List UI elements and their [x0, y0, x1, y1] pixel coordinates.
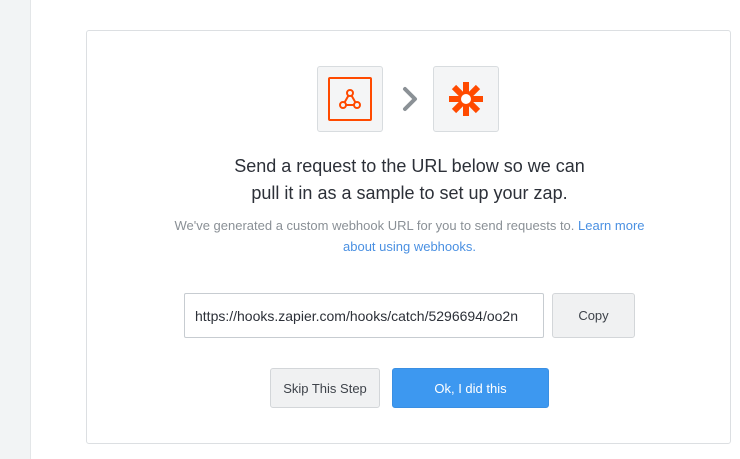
page-title: Send a request to the URL below so we ca…	[147, 153, 672, 207]
skip-step-button[interactable]: Skip This Step	[270, 368, 380, 408]
instruction-text: We've generated a custom webhook URL for…	[167, 215, 652, 257]
left-sidebar	[0, 0, 31, 459]
instruction-body: We've generated a custom webhook URL for…	[174, 218, 575, 233]
copy-url-button[interactable]: Copy	[552, 293, 635, 338]
webhook-app-tile	[317, 66, 383, 132]
ok-did-this-button[interactable]: Ok, I did this	[392, 368, 549, 408]
headline-line-1: Send a request to the URL below so we ca…	[234, 156, 585, 176]
webhook-url-field[interactable]	[184, 293, 544, 338]
zapier-asterisk-icon	[449, 82, 483, 116]
headline-line-2: pull it in as a sample to set up your za…	[251, 183, 568, 203]
webhook-setup-card: Send a request to the URL below so we ca…	[86, 30, 731, 444]
webhook-icon	[328, 77, 372, 121]
chevron-right-icon	[395, 84, 425, 114]
zapier-app-tile	[433, 66, 499, 132]
